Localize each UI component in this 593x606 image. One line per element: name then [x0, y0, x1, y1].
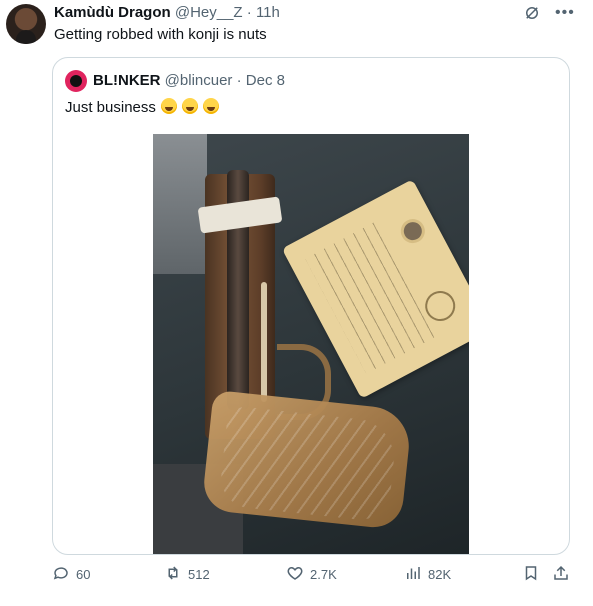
views-button[interactable]: 82K [404, 564, 451, 585]
tweet-time[interactable]: 11h [256, 4, 280, 21]
tweet-header: Kamùdù Dragon @Hey__Z · 11h [54, 3, 280, 23]
tweet[interactable]: Kamùdù Dragon @Hey__Z · 11h ••• Getting … [0, 0, 593, 606]
quoted-text: Just business [65, 98, 220, 118]
quoted-avatar[interactable] [65, 70, 87, 92]
reply-count: 60 [76, 567, 91, 582]
author-name[interactable]: Kamùdù Dragon [54, 4, 171, 21]
like-button[interactable]: 2.7K [286, 564, 337, 585]
reply-button[interactable]: 60 [52, 564, 90, 585]
tears-of-joy-emoji-icon [203, 98, 220, 114]
bookmark-button[interactable] [522, 564, 540, 585]
tears-of-joy-emoji-icon [161, 98, 178, 114]
like-icon [286, 564, 304, 585]
quoted-time[interactable]: Dec 8 [246, 72, 285, 89]
avatar[interactable] [6, 4, 46, 44]
quoted-author-handle[interactable]: @blincuer [165, 72, 233, 89]
share-button[interactable] [552, 564, 570, 585]
grok-icon[interactable] [523, 4, 541, 22]
views-count: 82K [428, 567, 452, 582]
separator-dot: · [246, 4, 252, 21]
bookmark-icon [522, 564, 540, 585]
quoted-tweet[interactable]: BL!NKER @blincuer · Dec 8 Just business [52, 57, 570, 555]
like-count: 2.7K [310, 567, 337, 582]
reply-icon [52, 564, 70, 585]
more-icon[interactable]: ••• [555, 4, 574, 22]
tag-hole [396, 214, 430, 248]
gun-string [261, 282, 267, 402]
quoted-author-name[interactable]: BL!NKER [93, 72, 161, 89]
retweet-icon [164, 564, 182, 585]
quoted-text-content: Just business [65, 99, 156, 116]
share-icon [552, 564, 570, 585]
tweet-text: Getting robbed with konji is nuts [54, 26, 267, 43]
retweet-count: 512 [188, 567, 210, 582]
quoted-separator-dot: · [236, 72, 242, 89]
tears-of-joy-emoji-icon [182, 98, 199, 114]
tweet-top-icons: ••• [523, 4, 574, 22]
quoted-photo[interactable] [153, 134, 469, 554]
photo-table-edge [153, 134, 207, 274]
author-handle[interactable]: @Hey__Z [175, 4, 243, 21]
gun-grip-tape [218, 405, 398, 523]
retweet-button[interactable]: 512 [164, 564, 210, 585]
quoted-header: BL!NKER @blincuer · Dec 8 [93, 70, 285, 92]
tweet-actions: 60 512 2.7K 82K [52, 564, 572, 590]
views-icon [404, 564, 422, 585]
